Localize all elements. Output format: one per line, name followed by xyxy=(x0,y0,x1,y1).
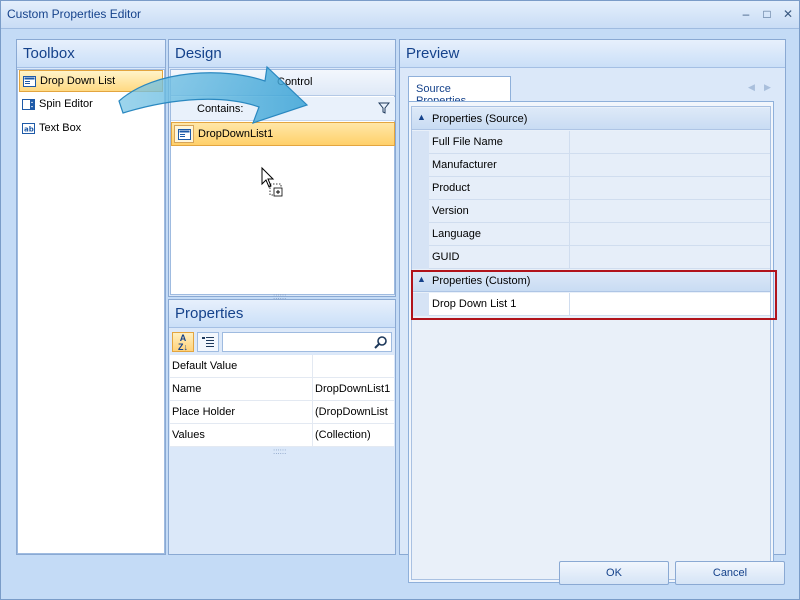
ok-button[interactable]: OK xyxy=(559,561,669,585)
preview-row[interactable]: Full File Name xyxy=(429,131,770,154)
close-icon[interactable]: ✕ xyxy=(779,6,797,22)
property-row-default-value[interactable]: Default Value xyxy=(170,355,394,378)
column-separator xyxy=(569,246,570,268)
properties-title: Properties xyxy=(169,300,395,328)
cancel-button[interactable]: Cancel xyxy=(675,561,785,585)
preview-property-grid: ▲ Properties (Source) Full File Name Man… xyxy=(411,106,771,580)
tab-scroll-right-icon[interactable]: ▶ xyxy=(764,82,771,93)
preview-title: Preview xyxy=(400,40,785,68)
preview-row[interactable]: Manufacturer xyxy=(429,154,770,177)
chevron-up-icon[interactable]: ▲ xyxy=(417,112,426,122)
property-name: Values xyxy=(172,429,205,441)
custom-properties-highlight xyxy=(411,270,777,320)
svg-text:ab: ab xyxy=(24,125,34,133)
property-row-place-holder[interactable]: Place Holder (DropDownList xyxy=(170,401,394,424)
toolbox-item-label: Text Box xyxy=(39,122,82,134)
category-row-source[interactable]: ▲ Properties (Source) xyxy=(412,108,770,130)
properties-panel: Properties A Z↓ Default Value Name DropDo… xyxy=(168,299,396,555)
preview-row[interactable]: Version xyxy=(429,200,770,223)
preview-row-label: Product xyxy=(432,182,470,194)
column-separator xyxy=(569,223,570,245)
preview-row[interactable]: GUID xyxy=(429,246,770,269)
search-icon[interactable] xyxy=(374,335,388,352)
property-name: Name xyxy=(172,383,202,395)
tab-scroll-left-icon[interactable]: ◀ xyxy=(748,82,755,93)
window: Custom Properties Editor – □ ✕ Toolbox D… xyxy=(0,0,800,600)
preview-row-label: Manufacturer xyxy=(432,159,497,171)
preview-row-label: Version xyxy=(432,205,469,217)
category-label: Properties (Source) xyxy=(432,113,528,125)
minimize-icon[interactable]: – xyxy=(737,6,755,22)
properties-toolbar: A Z↓ xyxy=(170,330,394,354)
spin-editor-icon xyxy=(22,98,35,110)
window-title: Custom Properties Editor xyxy=(7,7,142,21)
drag-cursor-icon xyxy=(261,166,283,197)
property-row-name[interactable]: Name DropDownList1 xyxy=(170,378,394,401)
row-indent xyxy=(412,131,429,269)
preview-body: ▲ Properties (Source) Full File Name Man… xyxy=(408,101,774,583)
preview-row-label: Full File Name xyxy=(432,136,503,148)
property-name: Place Holder xyxy=(172,406,235,418)
maximize-icon[interactable]: □ xyxy=(758,6,776,22)
property-value[interactable]: (Collection) xyxy=(312,424,392,447)
property-value[interactable] xyxy=(312,355,392,378)
property-value[interactable]: (DropDownList xyxy=(312,401,392,424)
toolbox-item-label: Drop Down List xyxy=(40,75,116,87)
tab-source-properties[interactable]: Source Properties xyxy=(408,76,511,107)
drag-arrow-icon xyxy=(118,65,309,124)
toolbox-item-label: Spin Editor xyxy=(39,98,93,110)
dropdown-list-icon xyxy=(23,75,36,87)
filter-icon[interactable] xyxy=(377,102,391,117)
property-name: Default Value xyxy=(172,360,238,372)
sort-alphabetical-icon[interactable]: A Z↓ xyxy=(172,332,194,352)
column-separator xyxy=(569,131,570,153)
preview-row[interactable]: Product xyxy=(429,177,770,200)
property-row-values[interactable]: Values (Collection) xyxy=(170,424,394,447)
preview-row-label: Language xyxy=(432,228,481,240)
categorized-icon[interactable] xyxy=(197,332,219,352)
column-separator xyxy=(569,200,570,222)
properties-search-input[interactable] xyxy=(222,332,392,352)
column-separator xyxy=(569,177,570,199)
splitter-handle[interactable]: :::::: xyxy=(273,447,286,456)
property-value[interactable]: DropDownList1 xyxy=(312,378,392,401)
title-bar: Custom Properties Editor – □ ✕ xyxy=(1,1,799,29)
column-separator xyxy=(569,154,570,176)
preview-row-label: GUID xyxy=(432,251,460,263)
textbox-icon: ab xyxy=(22,122,35,134)
preview-row[interactable]: Language xyxy=(429,223,770,246)
